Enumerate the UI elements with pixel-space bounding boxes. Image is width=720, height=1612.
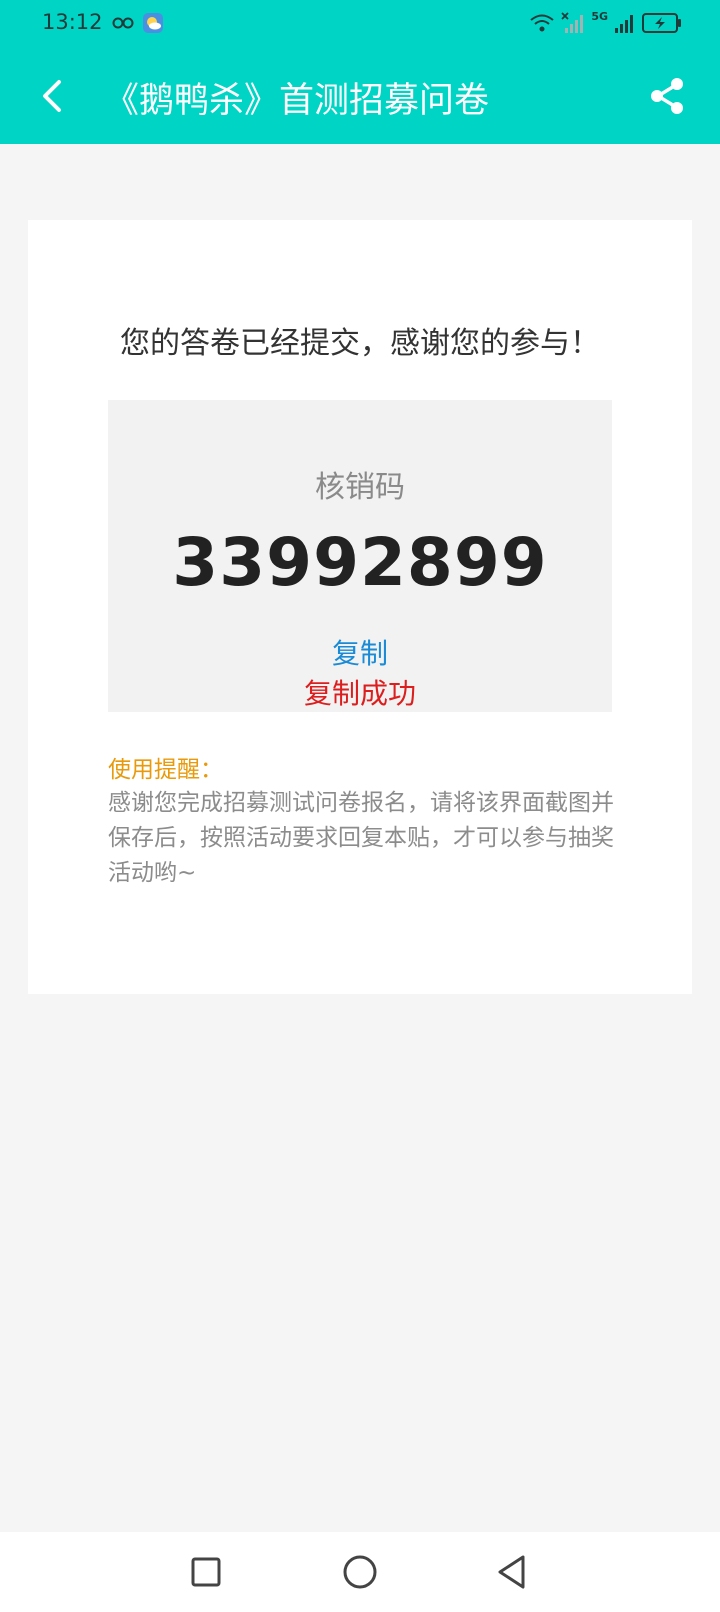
chevron-left-icon	[43, 80, 61, 112]
battery-charging-icon	[642, 13, 681, 33]
back-button[interactable]	[30, 70, 74, 122]
reminder-title: 使用提醒：	[108, 757, 223, 783]
status-time: 13:12	[42, 10, 103, 34]
copy-button[interactable]: 复制	[108, 632, 612, 672]
app-header: 《鹅鸭杀》首测招募问卷	[0, 48, 720, 144]
network-type-label: 5G	[591, 9, 608, 23]
signal-icon	[615, 15, 633, 33]
system-nav-bar	[0, 1532, 720, 1612]
thanks-message: 您的答卷已经提交，感谢您的参与！	[120, 326, 600, 361]
system-back-button[interactable]	[490, 1550, 534, 1594]
copy-success-message: 复制成功	[303, 677, 416, 710]
circle-icon	[343, 1555, 377, 1589]
signal-off-icon	[561, 12, 584, 33]
share-button[interactable]	[642, 70, 692, 122]
home-button[interactable]	[338, 1550, 382, 1594]
recents-button[interactable]	[184, 1550, 228, 1594]
status-system-icons: 5G	[529, 9, 682, 34]
weather-app-icon	[143, 13, 163, 33]
square-icon	[191, 1557, 221, 1587]
redemption-code-box: 核销码 33992899 复制 复制成功	[108, 400, 612, 712]
status-bar: 13:12 5G	[0, 0, 720, 48]
infinity-icon	[112, 17, 134, 29]
triangle-back-icon	[498, 1555, 525, 1589]
code-label: 核销码	[315, 470, 405, 505]
status-notification-icons	[112, 12, 164, 34]
wifi-icon	[530, 14, 554, 32]
share-icon	[651, 78, 683, 114]
reminder-text: 感谢您完成招募测试问卷报名，请将该界面截图并保存后，按照活动要求回复本贴，才可以…	[108, 790, 614, 886]
code-value: 33992899	[172, 524, 548, 601]
page-title: 《鹅鸭杀》首测招募问卷	[104, 81, 490, 121]
result-card: 您的答卷已经提交，感谢您的参与！ 核销码 33992899 复制 复制成功 使用…	[28, 220, 692, 994]
